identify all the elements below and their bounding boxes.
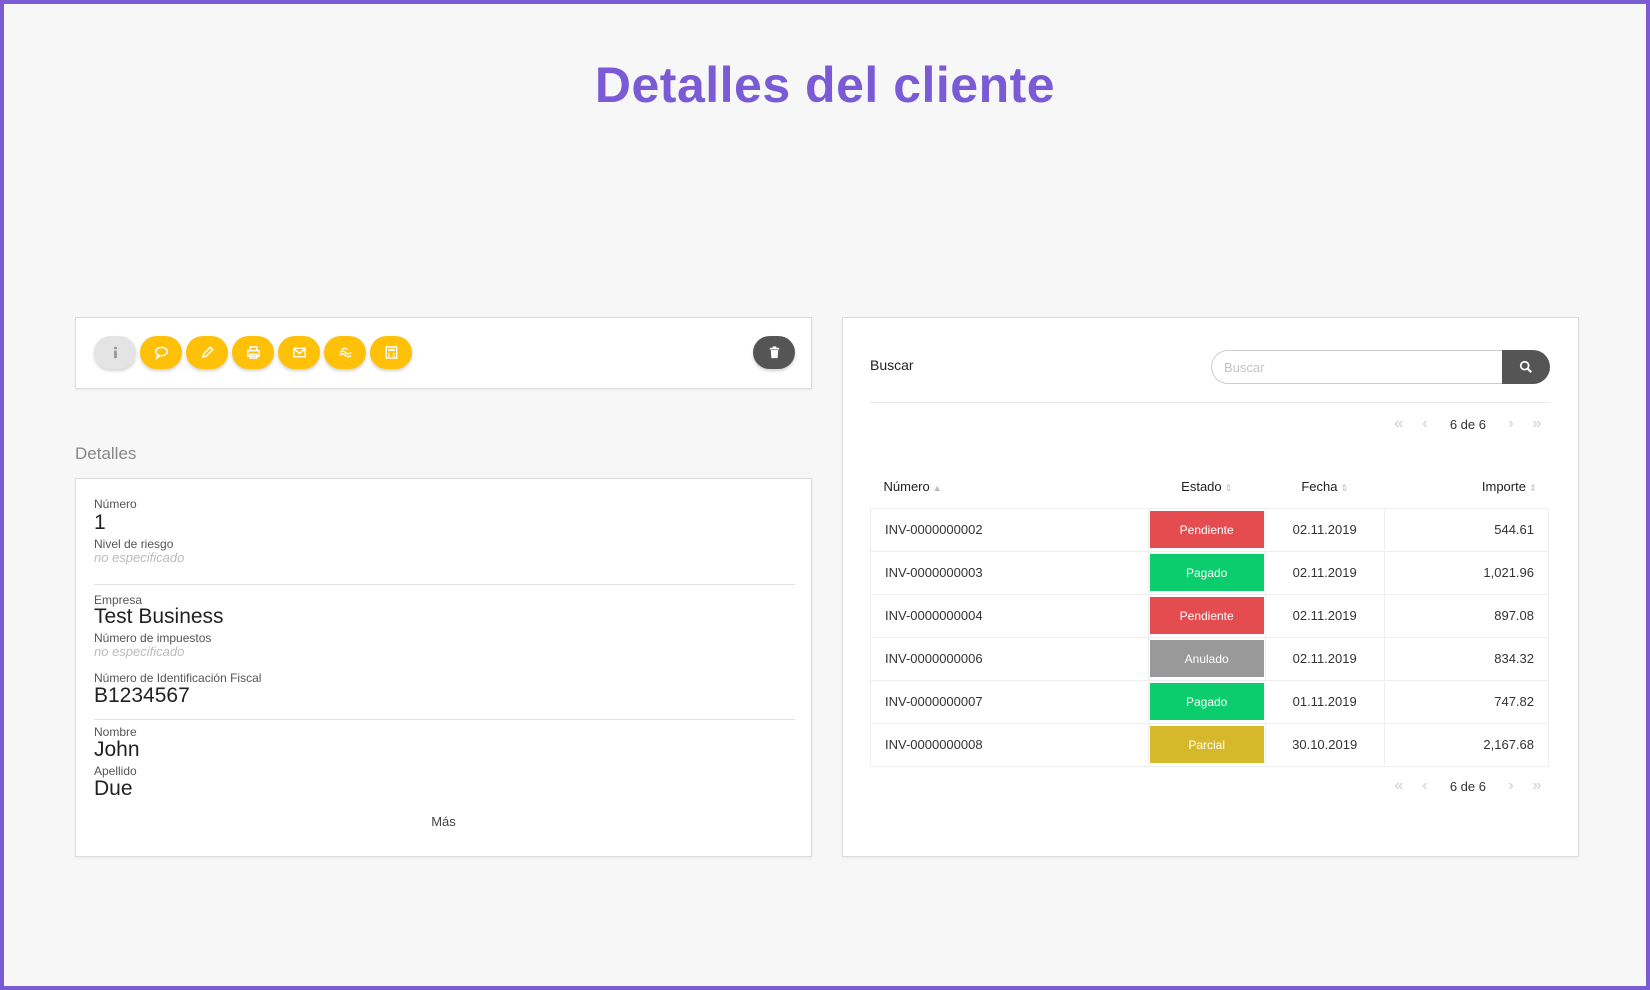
payment-button[interactable] xyxy=(324,336,366,369)
column-header-numero[interactable]: Número ▲ xyxy=(871,466,1149,508)
first-page-icon[interactable]: « xyxy=(1386,415,1412,433)
search-divider xyxy=(870,402,1550,403)
status-badge: Anulado xyxy=(1149,640,1264,677)
status-badge: Pendiente xyxy=(1149,511,1264,548)
search-label: Buscar xyxy=(870,357,914,373)
table-row[interactable]: INV-0000000003 Pagado 02.11.2019 1,021.96 xyxy=(870,550,1550,595)
status-cell: Parcial xyxy=(1147,722,1266,767)
invoice-amount: 544.61 xyxy=(1383,507,1550,552)
status-cell: Pendiente xyxy=(1147,507,1266,552)
riesgo-label: Nivel de riesgo xyxy=(94,537,174,551)
column-header-estado[interactable]: Estado ⇕ xyxy=(1148,466,1265,508)
details-panel: Número 1 Nivel de riesgo no especificado… xyxy=(75,478,812,857)
details-section-label: Detalles xyxy=(75,444,137,463)
table-row[interactable]: INV-0000000007 Pagado 01.11.2019 747.82 xyxy=(870,679,1550,724)
invoice-amount: 897.08 xyxy=(1383,593,1550,638)
table-row[interactable]: INV-0000000004 Pendiente 02.11.2019 897.08 xyxy=(870,593,1550,638)
pager-bottom: « ‹ 6 de 6 › » xyxy=(1386,776,1550,796)
apellido-label: Apellido xyxy=(94,764,137,778)
invoice-date: 02.11.2019 xyxy=(1264,507,1385,552)
numero-label: Número xyxy=(94,497,137,511)
search-input[interactable] xyxy=(1211,350,1502,384)
envelope-icon xyxy=(292,347,306,358)
next-page-icon[interactable]: › xyxy=(1498,777,1524,795)
invoice-date: 30.10.2019 xyxy=(1264,722,1385,767)
invoice-date: 02.11.2019 xyxy=(1264,593,1385,638)
details-divider xyxy=(94,584,795,585)
table-row[interactable]: INV-0000000006 Anulado 02.11.2019 834.32 xyxy=(870,636,1550,681)
nif-value: B1234567 xyxy=(94,684,190,707)
trash-icon xyxy=(769,346,779,359)
impuestos-label: Número de impuestos xyxy=(94,631,212,645)
invoice-amount: 747.82 xyxy=(1383,679,1550,724)
pager-text: 6 de 6 xyxy=(1449,416,1486,432)
nombre-label: Nombre xyxy=(94,725,137,739)
sort-icon: ⇕ xyxy=(1528,483,1537,494)
riesgo-value: no especificado xyxy=(94,550,185,565)
nombre-value: John xyxy=(94,738,140,761)
edit-button[interactable] xyxy=(186,336,228,369)
calculator-icon xyxy=(385,346,397,359)
calculator-button[interactable] xyxy=(370,336,412,369)
column-header-importe[interactable]: Importe ⇕ xyxy=(1384,466,1548,508)
first-page-icon[interactable]: « xyxy=(1386,777,1412,795)
toolbar-panel xyxy=(75,317,812,389)
page-title: Detalles del cliente xyxy=(594,57,1056,113)
money-icon xyxy=(338,347,352,358)
info-icon xyxy=(113,346,117,359)
comment-button[interactable] xyxy=(140,336,182,369)
invoice-number[interactable]: INV-0000000008 xyxy=(870,722,1149,767)
invoice-number[interactable]: INV-0000000004 xyxy=(870,593,1149,638)
invoice-number[interactable]: INV-0000000003 xyxy=(870,550,1149,595)
status-cell: Pagado xyxy=(1147,679,1266,724)
invoice-amount: 2,167.68 xyxy=(1383,722,1550,767)
invoice-date: 02.11.2019 xyxy=(1264,636,1385,681)
pager-text: 6 de 6 xyxy=(1449,778,1486,794)
email-button[interactable] xyxy=(278,336,320,369)
apellido-value: Due xyxy=(94,777,133,800)
status-badge: Pagado xyxy=(1149,554,1264,591)
status-cell: Pagado xyxy=(1147,550,1266,595)
invoice-date: 01.11.2019 xyxy=(1264,679,1385,724)
info-button[interactable] xyxy=(94,336,136,369)
invoice-amount: 1,021.96 xyxy=(1383,550,1550,595)
status-cell: Pendiente xyxy=(1147,593,1266,638)
status-badge: Pendiente xyxy=(1149,597,1264,634)
more-link[interactable]: Más xyxy=(76,814,811,829)
column-header-fecha[interactable]: Fecha ⇕ xyxy=(1265,466,1384,508)
invoice-number[interactable]: INV-0000000002 xyxy=(870,507,1149,552)
details-divider xyxy=(94,719,795,720)
prev-page-icon[interactable]: ‹ xyxy=(1412,777,1438,795)
invoice-number[interactable]: INV-0000000007 xyxy=(870,679,1149,724)
status-badge: Pagado xyxy=(1149,683,1264,720)
nif-label: Número de Identificación Fiscal xyxy=(94,671,262,685)
invoice-number[interactable]: INV-0000000006 xyxy=(870,636,1149,681)
search-button[interactable] xyxy=(1502,350,1550,384)
pager-top: « ‹ 6 de 6 › » xyxy=(1386,414,1550,434)
print-icon xyxy=(246,346,260,359)
invoices-panel: Buscar « ‹ 6 de 6 › » Número▲ Estado⇕ Fe… xyxy=(842,317,1579,857)
next-page-icon[interactable]: › xyxy=(1498,415,1524,433)
table-row[interactable]: INV-0000000002 Pendiente 02.11.2019 544.61 xyxy=(870,507,1550,552)
sort-icon: ⇕ xyxy=(1340,483,1349,494)
status-cell: Anulado xyxy=(1147,636,1266,681)
print-button[interactable] xyxy=(232,336,274,369)
invoice-amount: 834.32 xyxy=(1383,636,1550,681)
table-row[interactable]: INV-0000000008 Parcial 30.10.2019 2,167.68 xyxy=(870,722,1550,767)
last-page-icon[interactable]: » xyxy=(1524,777,1550,795)
empresa-value: Test Business xyxy=(94,605,224,628)
sort-icon: ⇕ xyxy=(1224,483,1233,494)
pencil-icon xyxy=(201,346,214,359)
prev-page-icon[interactable]: ‹ xyxy=(1412,415,1438,433)
search-icon xyxy=(1519,360,1532,373)
impuestos-value: no especificado xyxy=(94,644,185,659)
status-badge: Parcial xyxy=(1149,726,1264,763)
sort-asc-icon: ▲ xyxy=(932,483,942,494)
invoice-date: 02.11.2019 xyxy=(1264,550,1385,595)
comment-icon xyxy=(154,346,168,360)
delete-button[interactable] xyxy=(753,336,795,369)
invoices-table: Número ▲ Estado ⇕ Fecha ⇕ Importe ⇕ INV-0000… xyxy=(870,466,1550,767)
last-page-icon[interactable]: » xyxy=(1524,415,1550,433)
numero-value: 1 xyxy=(94,511,106,534)
